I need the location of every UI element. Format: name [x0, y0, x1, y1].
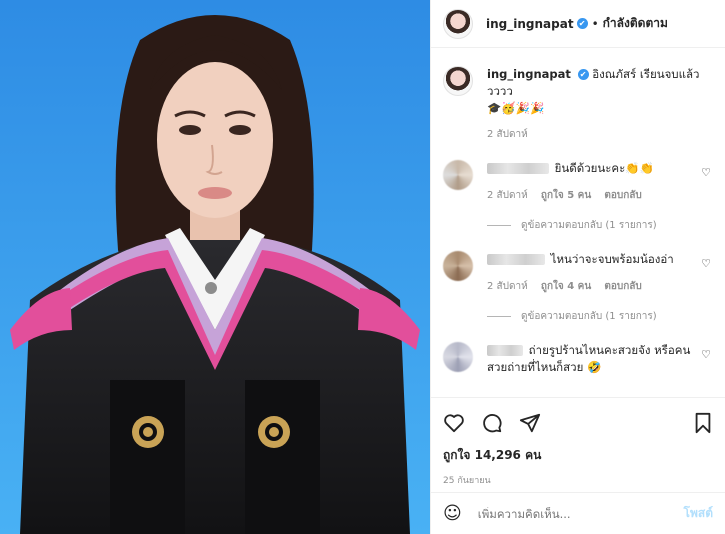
caption-emojis: 🎓🥳🎉🎉	[487, 101, 545, 115]
post-side-panel: ing_ingnapat ✔ • กำลังติดตาม ing_ingnapa…	[430, 0, 725, 534]
view-replies-label: ดูข้อความตอบกลับ (1 รายการ)	[521, 311, 657, 322]
caption-time[interactable]: 2 สัปดาห์	[487, 129, 528, 140]
heart-icon[interactable]	[443, 413, 465, 433]
following-button[interactable]: กำลังติดตาม	[603, 14, 668, 33]
comment-icon[interactable]	[481, 412, 503, 434]
comment-item: ถ่ายรูปร้านไหนคะสวยจัง หรือคนสวยถ่ายที่ไ…	[443, 342, 713, 376]
graduation-portrait-image	[0, 0, 430, 534]
commenter-avatar[interactable]	[443, 342, 473, 372]
post-actions: ถูกใจ 14,296 คน 25 กันยายน	[431, 397, 725, 487]
emblem-right	[258, 416, 290, 448]
comment-like-heart-icon[interactable]: ♡	[701, 348, 711, 361]
add-comment-bar: ☺ โพสต์	[431, 492, 725, 534]
reply-button[interactable]: ตอบกลับ	[604, 281, 641, 292]
comment-likes[interactable]: ถูกใจ 4 คน	[541, 281, 591, 292]
commenter-username-blurred[interactable]	[487, 254, 545, 265]
reply-button[interactable]: ตอบกลับ	[604, 190, 641, 201]
comment-item: ยินดีด้วยนะคะ👏👏 2 สัปดาห์ ถูกใจ 5 คน ตอบ…	[443, 160, 713, 204]
comment-like-heart-icon[interactable]: ♡	[701, 166, 711, 179]
commenter-avatar[interactable]	[443, 251, 473, 281]
post-date[interactable]: 25 กันยายน	[443, 473, 713, 487]
verified-badge-icon: ✔	[576, 18, 588, 29]
view-replies-label: ดูข้อความตอบกลับ (1 รายการ)	[521, 220, 657, 231]
comment-text: ไหนว่าจะจบพร้อมน้องอ่า	[550, 252, 674, 266]
caption-verified-badge-icon: ✔	[577, 69, 589, 80]
replies-divider	[487, 316, 511, 317]
commenter-avatar[interactable]	[443, 160, 473, 190]
post-comment-button[interactable]: โพสต์	[684, 504, 713, 523]
share-icon[interactable]	[519, 412, 541, 434]
post-header: ing_ingnapat ✔ • กำลังติดตาม	[431, 0, 725, 48]
author-avatar[interactable]	[443, 8, 473, 39]
comment-time[interactable]: 2 สัปดาห์	[487, 281, 528, 292]
comment-item: ไหนว่าจะจบพร้อมน้องอ่า 2 สัปดาห์ ถูกใจ 4…	[443, 251, 713, 295]
emoji-icon[interactable]: ☺	[443, 503, 462, 524]
comment-text: ยินดีด้วยนะคะ👏👏	[554, 161, 654, 175]
comment-like-heart-icon[interactable]: ♡	[701, 257, 711, 270]
caption-avatar[interactable]	[443, 66, 473, 96]
post-photo[interactable]	[0, 0, 430, 534]
bookmark-icon[interactable]	[693, 412, 713, 434]
add-comment-input[interactable]	[477, 506, 684, 521]
commenter-username-blurred[interactable]	[487, 163, 549, 174]
emblem-left	[132, 416, 164, 448]
comment-time[interactable]: 2 สัปดาห์	[487, 190, 528, 201]
caption-username[interactable]: ing_ingnapat	[487, 67, 571, 81]
replies-divider	[487, 225, 511, 226]
header-separator: •	[591, 16, 599, 31]
view-replies-button[interactable]: ดูข้อความตอบกลับ (1 รายการ)	[487, 309, 713, 324]
author-username[interactable]: ing_ingnapat	[486, 17, 574, 31]
commenter-username-blurred[interactable]	[487, 345, 523, 356]
caption: ing_ingnapat ✔ อิงณภัสร์ เรียนจบแล้ววววว…	[443, 56, 713, 142]
likes-count[interactable]: ถูกใจ 14,296 คน	[443, 446, 713, 465]
comments-list[interactable]: ing_ingnapat ✔ อิงณภัสร์ เรียนจบแล้ววววว…	[431, 56, 725, 396]
view-replies-button[interactable]: ดูข้อความตอบกลับ (1 รายการ)	[487, 218, 713, 233]
comment-likes[interactable]: ถูกใจ 5 คน	[541, 190, 591, 201]
